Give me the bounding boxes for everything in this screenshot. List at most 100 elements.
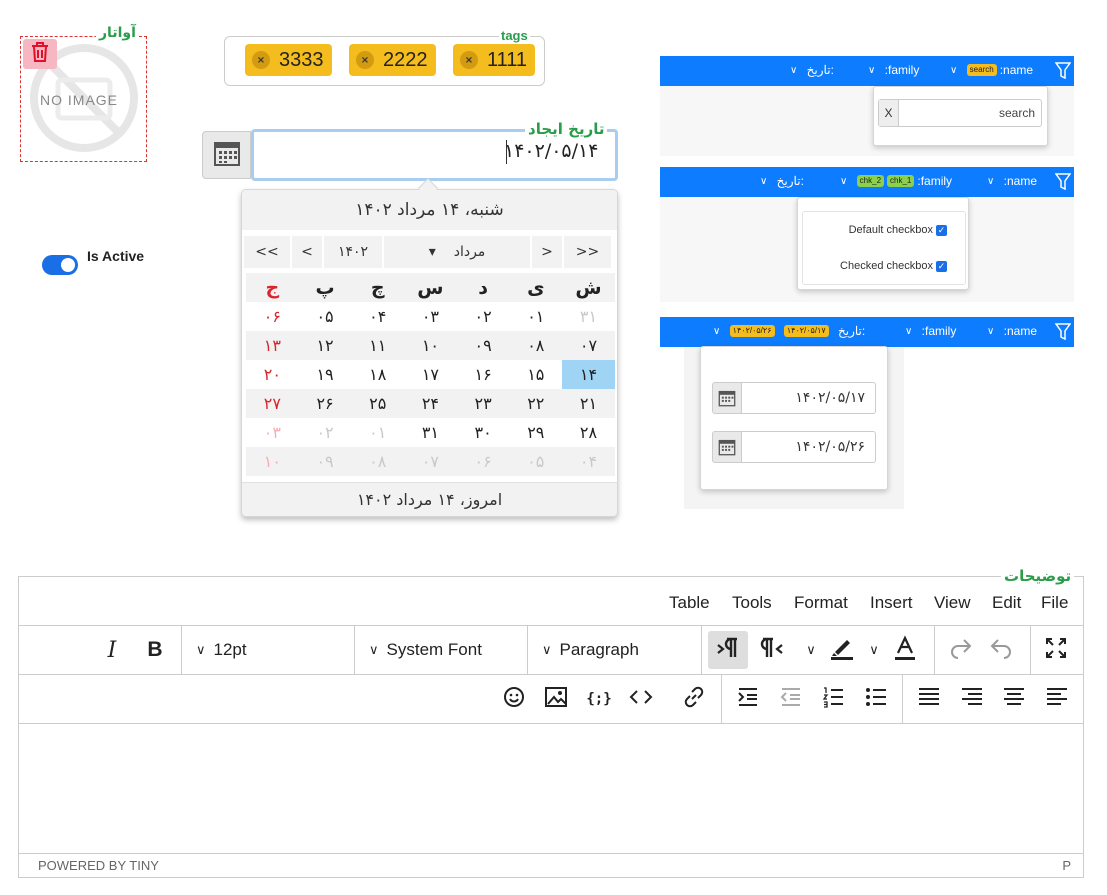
text-color-button[interactable] xyxy=(890,635,920,664)
checkbox-checked-icon[interactable]: ✓ xyxy=(936,224,947,236)
fullscreen-button[interactable] xyxy=(1043,638,1069,662)
filter-search-input[interactable]: X search xyxy=(878,99,1042,127)
editor-content-area[interactable] xyxy=(19,724,1083,854)
menu-format[interactable]: Format xyxy=(794,593,848,613)
calendar-day[interactable]: ۱۳ xyxy=(246,331,299,360)
delete-avatar-button[interactable] xyxy=(23,39,57,69)
calendar-day[interactable]: ۲۰ xyxy=(246,360,299,389)
emoji-button[interactable] xyxy=(501,687,527,711)
date-filter[interactable]: ∨ تاریخ: xyxy=(790,63,834,77)
element-path[interactable]: P xyxy=(1062,858,1071,873)
calendar-day[interactable]: ۱۰ xyxy=(246,447,299,476)
next-year-button[interactable]: >> xyxy=(564,236,611,268)
is-active-toggle[interactable] xyxy=(42,255,78,275)
calendar-day[interactable]: ۰۲ xyxy=(299,418,352,447)
powered-by-link[interactable]: POWERED BY TINY xyxy=(38,858,159,873)
tag-remove-icon[interactable]: × xyxy=(252,51,270,69)
date-filter[interactable]: ∨ ۱۴۰۲/۰۵/۲۶ ۱۴۰۲/۰۵/۱۷ تاریخ: xyxy=(713,324,865,338)
calendar-day[interactable]: ۱۸ xyxy=(351,360,404,389)
today-button[interactable]: امروز، ۱۴ مرداد ۱۴۰۲ xyxy=(242,482,617,516)
calendar-day[interactable]: ۰۲ xyxy=(457,302,510,331)
month-select[interactable]: ▾ مرداد xyxy=(384,236,530,268)
calendar-day[interactable]: ۳۱ xyxy=(404,418,457,447)
justify-button[interactable] xyxy=(915,687,943,711)
tag-chip[interactable]: × 3333 xyxy=(245,44,332,76)
family-filter[interactable]: ∨ :family xyxy=(905,324,956,338)
source-code-button[interactable] xyxy=(627,687,655,711)
menu-insert[interactable]: Insert xyxy=(870,593,913,613)
calendar-day[interactable]: ۳۱ xyxy=(562,302,615,331)
calendar-day[interactable]: ۰۳ xyxy=(246,418,299,447)
calendar-day[interactable]: ۰۸ xyxy=(351,447,404,476)
calendar-day[interactable]: ۲۱ xyxy=(562,389,615,418)
calendar-day[interactable]: ۳۰ xyxy=(457,418,510,447)
name-filter[interactable]: ∨ :name xyxy=(987,174,1037,188)
funnel-icon[interactable] xyxy=(1054,173,1072,193)
calendar-day[interactable]: ۱۵ xyxy=(509,360,562,389)
checked-checkbox-row[interactable]: Checked checkbox ✓ xyxy=(840,260,947,272)
align-right-button[interactable] xyxy=(958,687,986,711)
rtl-paragraph-button[interactable] xyxy=(708,631,748,669)
calendar-day[interactable]: ۲۸ xyxy=(562,418,615,447)
calendar-day[interactable]: ۱۹ xyxy=(299,360,352,389)
name-filter[interactable]: ∨ search:name xyxy=(950,63,1033,77)
tag-remove-icon[interactable]: × xyxy=(460,51,478,69)
date-range-from[interactable]: ۱۴۰۲/۰۵/۱۷ xyxy=(712,382,876,414)
numbered-list-button[interactable] xyxy=(819,687,847,711)
calendar-day[interactable]: ۰۸ xyxy=(509,331,562,360)
block-format-select[interactable]: ∨ Paragraph xyxy=(542,640,639,660)
calendar-day[interactable]: ۲۵ xyxy=(351,389,404,418)
default-checkbox-row[interactable]: Default checkbox ✓ xyxy=(849,224,947,236)
calendar-day[interactable]: ۱۷ xyxy=(404,360,457,389)
chevron-down-icon[interactable]: ∨ xyxy=(865,640,883,660)
calendar-day[interactable]: ۱۰ xyxy=(404,331,457,360)
calendar-day[interactable]: ۲۶ xyxy=(299,389,352,418)
funnel-icon[interactable] xyxy=(1054,62,1072,82)
align-center-button[interactable] xyxy=(1000,687,1028,711)
year-select[interactable]: ۱۴۰۲ xyxy=(324,236,382,268)
calendar-day[interactable]: ۰۹ xyxy=(457,331,510,360)
bold-button[interactable]: B xyxy=(143,638,167,662)
calendar-day[interactable]: ۰۳ xyxy=(404,302,457,331)
clear-search-button[interactable]: X xyxy=(879,100,899,126)
template-button[interactable]: {;} xyxy=(585,687,613,711)
redo-button[interactable] xyxy=(947,638,975,662)
calendar-day[interactable]: ۰۷ xyxy=(562,331,615,360)
font-family-select[interactable]: ∨ System Font xyxy=(369,640,482,660)
calendar-day[interactable]: ۰۱ xyxy=(509,302,562,331)
calendar-day-selected[interactable]: ۱۴ xyxy=(562,360,615,389)
chevron-down-icon[interactable]: ∨ xyxy=(802,640,820,660)
calendar-icon[interactable] xyxy=(712,431,742,463)
family-filter[interactable]: ∨ :family xyxy=(868,63,919,77)
menu-edit[interactable]: Edit xyxy=(992,593,1021,613)
ltr-paragraph-button[interactable] xyxy=(756,634,788,666)
menu-table[interactable]: Table xyxy=(669,593,710,613)
calendar-day[interactable]: ۲۲ xyxy=(509,389,562,418)
calendar-day[interactable]: ۲۳ xyxy=(457,389,510,418)
name-filter[interactable]: ∨ :name xyxy=(987,324,1037,338)
italic-button[interactable]: I xyxy=(101,638,123,663)
bullet-list-button[interactable] xyxy=(862,687,890,711)
outdent-button[interactable] xyxy=(777,687,805,711)
calendar-day[interactable]: ۱۶ xyxy=(457,360,510,389)
calendar-day[interactable]: ۰۴ xyxy=(351,302,404,331)
calendar-day[interactable]: ۰۱ xyxy=(351,418,404,447)
calendar-day[interactable]: ۰۶ xyxy=(457,447,510,476)
undo-button[interactable] xyxy=(987,638,1015,662)
calendar-day[interactable]: ۰۴ xyxy=(562,447,615,476)
tag-remove-icon[interactable]: × xyxy=(356,51,374,69)
menu-file[interactable]: File xyxy=(1041,593,1068,613)
insert-image-button[interactable] xyxy=(543,687,569,711)
insert-link-button[interactable] xyxy=(680,686,708,711)
menu-tools[interactable]: Tools xyxy=(732,593,772,613)
calendar-day[interactable]: ۰۵ xyxy=(299,302,352,331)
checkbox-checked-icon[interactable]: ✓ xyxy=(936,260,947,272)
calendar-day[interactable]: ۲۹ xyxy=(509,418,562,447)
calendar-day[interactable]: ۰۵ xyxy=(509,447,562,476)
tag-chip[interactable]: × 1111 xyxy=(453,44,536,76)
align-left-button[interactable] xyxy=(1043,687,1071,711)
date-filter[interactable]: ∨ تاریخ: xyxy=(760,174,804,188)
prev-year-button[interactable]: << xyxy=(244,236,290,268)
menu-view[interactable]: View xyxy=(934,593,971,613)
calendar-icon[interactable] xyxy=(712,382,742,414)
